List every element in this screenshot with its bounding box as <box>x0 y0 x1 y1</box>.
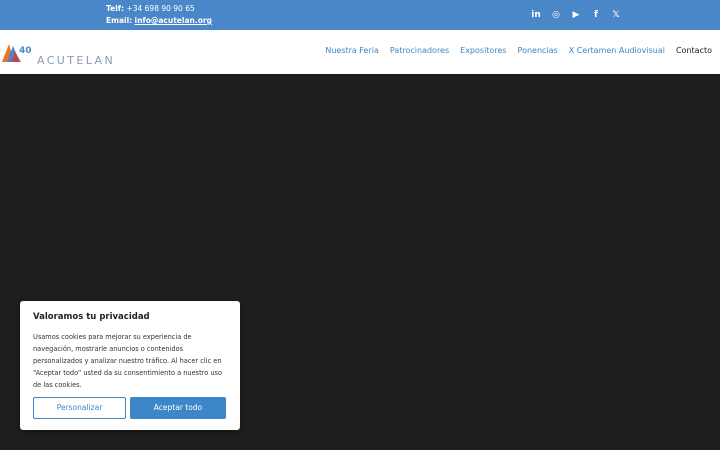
phone-number: +34 698 90 90 65 <box>126 4 195 13</box>
x-icon[interactable]: 𝕏 <box>606 7 626 23</box>
customize-button[interactable]: Personalizar <box>33 397 126 419</box>
instagram-icon[interactable]: ◎ <box>546 7 566 23</box>
top-bar: Telf: +34 698 90 90 65 Email: info@acute… <box>0 0 720 30</box>
social-links: in ◎ ▶ f 𝕏 <box>526 7 626 23</box>
email-link[interactable]: info@acutelan.org <box>135 16 212 25</box>
facebook-icon[interactable]: f <box>586 7 606 23</box>
cookie-buttons: Personalizar Aceptar todo <box>33 397 226 419</box>
cookie-banner: Valoramos tu privacidad Usamos cookies p… <box>20 301 240 430</box>
phone-label: Telf: <box>106 4 125 13</box>
nav-nuestra-feria[interactable]: Nuestra Feria <box>325 46 379 55</box>
cookie-body: Usamos cookies para mejorar su experienc… <box>33 333 222 389</box>
logo-number: 40 <box>19 46 32 56</box>
youtube-icon[interactable]: ▶ <box>566 7 586 23</box>
cookie-title: Valoramos tu privacidad <box>33 312 150 322</box>
email-label: Email: <box>106 16 133 25</box>
nav-contacto[interactable]: Contacto <box>676 46 712 55</box>
main-nav: Nuestra Feria Patrocinadores Expositores… <box>325 46 712 55</box>
site-logo[interactable]: 40 ACUTELAN <box>0 38 130 67</box>
nav-patrocinadores[interactable]: Patrocinadores <box>390 46 449 55</box>
site-header: 40 ACUTELAN Nuestra Feria Patrocinadores… <box>0 30 720 74</box>
nav-ponencias[interactable]: Ponencias <box>518 46 558 55</box>
nav-certamen-audiovisual[interactable]: X Certamen Audiovisual <box>569 46 665 55</box>
contact-info: Telf: +34 698 90 90 65 Email: info@acute… <box>106 3 212 27</box>
linkedin-icon[interactable]: in <box>526 7 546 23</box>
logo-text: ACUTELAN <box>37 54 116 67</box>
accept-all-button[interactable]: Aceptar todo <box>130 397 226 419</box>
nav-expositores[interactable]: Expositores <box>460 46 506 55</box>
